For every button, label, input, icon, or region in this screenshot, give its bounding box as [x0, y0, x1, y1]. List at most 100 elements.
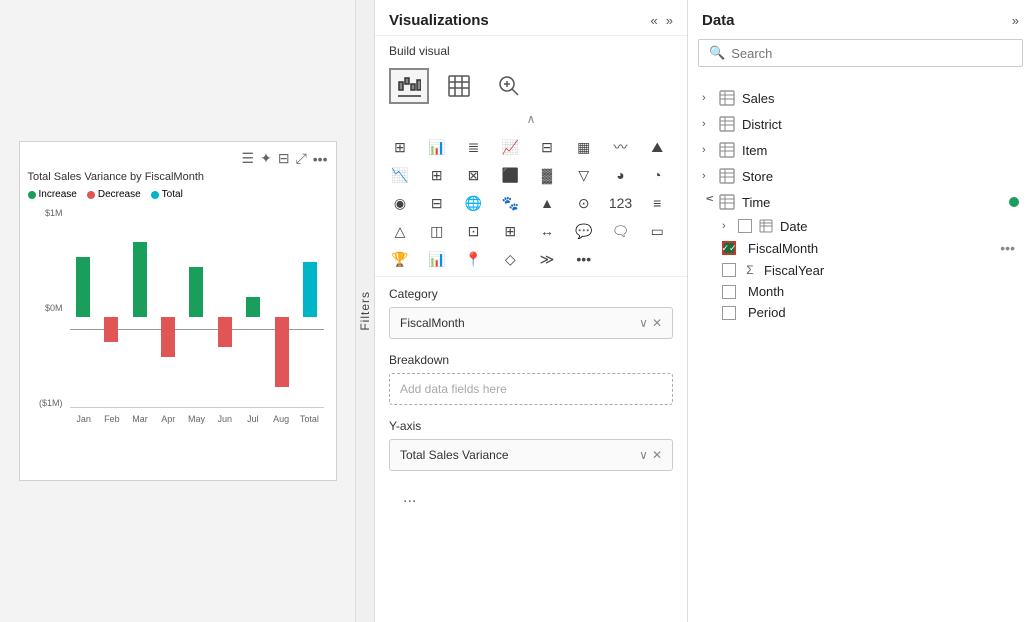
tree-item-time[interactable]: ∨ Time — [698, 189, 1023, 215]
viz-icon-5[interactable]: ⊟ — [532, 134, 562, 160]
category-value: FiscalMonth — [400, 316, 465, 330]
table-icon-btn[interactable] — [439, 68, 479, 104]
search-viz-icon-btn[interactable] — [489, 68, 529, 104]
leaf-fiscalyear[interactable]: Σ FiscalYear — [718, 259, 1023, 281]
viz-icon-15[interactable]: ◕ — [606, 162, 636, 188]
close-icon[interactable]: ✕ — [652, 316, 662, 330]
viz-icon-28[interactable]: ⊞ — [495, 218, 525, 244]
viz-icon-4[interactable]: 📈 — [495, 134, 525, 160]
search-input[interactable] — [731, 46, 1012, 61]
viz-icon-34[interactable]: 📊 — [422, 246, 452, 272]
data-expand-arrow[interactable]: » — [1012, 13, 1019, 28]
viz-icon-30[interactable]: 💬 — [569, 218, 599, 244]
increase-dot — [28, 191, 36, 199]
viz-icon-8[interactable]: ⛰ — [642, 134, 672, 160]
viz-icon-14[interactable]: ▽ — [569, 162, 599, 188]
breakdown-label: Breakdown — [389, 353, 673, 367]
viz-icon-25[interactable]: △ — [385, 218, 415, 244]
tree-label-store: Store — [742, 169, 1019, 184]
yaxis-field-box[interactable]: Total Sales Variance ∨ ✕ — [389, 439, 673, 471]
pin-icon[interactable]: ✦ — [260, 150, 272, 167]
yaxis-close-icon[interactable]: ✕ — [652, 448, 662, 462]
chart-title: Total Sales Variance by FiscalMonth — [28, 171, 328, 183]
viz-icon-18[interactable]: ⊟ — [422, 190, 452, 216]
fields-section: Category FiscalMonth ∨ ✕ Breakdown Add d… — [375, 277, 687, 622]
chart-area: $1M $0M ($1M) — [32, 208, 324, 428]
tree-item-sales[interactable]: › Sales — [698, 85, 1023, 111]
checkbox-fiscalyear[interactable] — [722, 263, 736, 277]
viz-icon-6[interactable]: ▦ — [569, 134, 599, 160]
filters-sidebar[interactable]: Filters — [355, 0, 375, 622]
viz-arrows: « » — [651, 13, 673, 28]
viz-icon-21[interactable]: ▲ — [532, 190, 562, 216]
tree-item-item[interactable]: › Item — [698, 137, 1023, 163]
viz-icon-23[interactable]: 123 — [606, 190, 636, 216]
viz-icon-19[interactable]: 🌐 — [459, 190, 489, 216]
yaxis-chevron-icon[interactable]: ∨ — [639, 448, 648, 462]
chevron-date: › — [722, 220, 738, 232]
more-icon[interactable]: ••• — [313, 151, 328, 167]
checkbox-month[interactable] — [722, 285, 736, 299]
expand-icon[interactable]: ⤢ — [296, 150, 307, 167]
leaf-fiscalmonth[interactable]: ✓ FiscalMonth ••• — [718, 237, 1023, 259]
viz-icon-33[interactable]: 🏆 — [385, 246, 415, 272]
tree-item-district[interactable]: › District — [698, 111, 1023, 137]
viz-icon-31[interactable]: 🗨 — [606, 218, 636, 244]
checkbox-period[interactable] — [722, 306, 736, 320]
viz-icon-20[interactable]: 🐾 — [495, 190, 525, 216]
search-box[interactable]: 🔍 — [698, 39, 1023, 67]
category-field-icons: ∨ ✕ — [639, 316, 662, 330]
tree-item-store[interactable]: › Store — [698, 163, 1023, 189]
leaf-period[interactable]: Period — [718, 302, 1023, 323]
viz-icon-29[interactable]: ↔ — [532, 218, 562, 244]
x-aug: Aug — [267, 414, 295, 424]
yaxis-label: Y-axis — [389, 419, 673, 433]
filter-icon[interactable]: ⊟ — [278, 150, 290, 167]
viz-icon-11[interactable]: ⊠ — [459, 162, 489, 188]
chart-toolbar: ☰ ✦ ⊟ ⤢ ••• — [28, 150, 328, 167]
leaf-month[interactable]: Month — [718, 281, 1023, 302]
chevron-icon[interactable]: ∨ — [639, 316, 648, 330]
checkbox-date[interactable] — [738, 219, 752, 233]
x-apr: Apr — [154, 414, 182, 424]
viz-panel: Visualizations « » Build visual — [375, 0, 688, 622]
viz-icon-38[interactable]: ••• — [569, 246, 599, 272]
viz-icon-36[interactable]: ◇ — [495, 246, 525, 272]
viz-icon-7[interactable]: 〰 — [606, 134, 636, 160]
checkbox-fiscalmonth[interactable]: ✓ — [722, 241, 736, 255]
viz-icon-17[interactable]: ◉ — [385, 190, 415, 216]
viz-icon-10[interactable]: ⊞ — [422, 162, 452, 188]
filters-label: Filters — [358, 291, 372, 331]
viz-icon-26[interactable]: ◫ — [422, 218, 452, 244]
table-icon-time — [718, 193, 736, 211]
menu-icon[interactable]: ☰ — [242, 150, 255, 167]
viz-icon-24[interactable]: ≡ — [642, 190, 672, 216]
x-total: Total — [295, 414, 323, 424]
viz-icon-2[interactable]: 📊 — [422, 134, 452, 160]
breakdown-field-box[interactable]: Add data fields here — [389, 373, 673, 405]
category-label: Category — [389, 287, 673, 301]
viz-icon-12[interactable]: ⬛ — [495, 162, 525, 188]
viz-icon-35[interactable]: 📍 — [459, 246, 489, 272]
viz-icon-1[interactable]: ⊞ — [385, 134, 415, 160]
ellipsis-row: ... — [389, 485, 673, 511]
viz-icon-16[interactable]: ◔ — [642, 162, 672, 188]
collapse-arrow[interactable]: « — [651, 13, 658, 28]
chart-card: ☰ ✦ ⊟ ⤢ ••• Total Sales Variance by Fisc… — [19, 141, 337, 481]
viz-icon-37[interactable]: ≫ — [532, 246, 562, 272]
leaf-date[interactable]: › Date — [718, 215, 1023, 237]
viz-icon-3[interactable]: ≣ — [459, 134, 489, 160]
data-header: Data » — [688, 0, 1033, 39]
x-feb: Feb — [98, 414, 126, 424]
viz-icon-9[interactable]: 📉 — [385, 162, 415, 188]
viz-icon-32[interactable]: ▭ — [642, 218, 672, 244]
waterfall-icon-btn[interactable] — [389, 68, 429, 104]
total-dot — [151, 191, 159, 199]
viz-icon-22[interactable]: ⊙ — [569, 190, 599, 216]
viz-icon-13[interactable]: ▓ — [532, 162, 562, 188]
expand-arrow[interactable]: » — [666, 13, 673, 28]
search-icon: 🔍 — [709, 45, 725, 61]
viz-icon-27[interactable]: ⊡ — [459, 218, 489, 244]
fiscalmonth-more[interactable]: ••• — [996, 240, 1019, 256]
category-field-box[interactable]: FiscalMonth ∨ ✕ — [389, 307, 673, 339]
